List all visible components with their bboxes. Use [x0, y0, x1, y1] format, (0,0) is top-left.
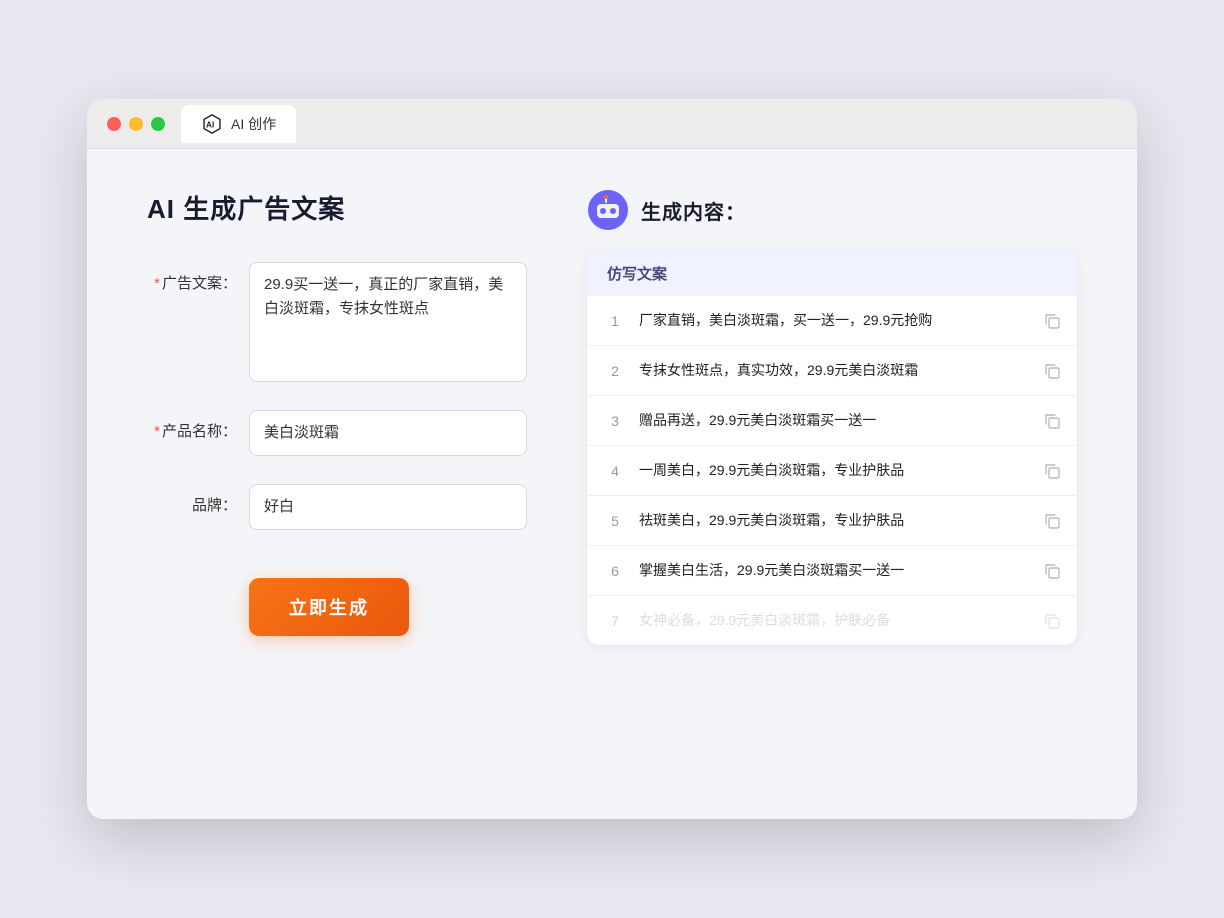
main-content: AI 生成广告文案 *广告文案： 29.9买一送一，真正的厂家直销，美白淡斑霜，… [87, 149, 1137, 685]
product-name-row: *产品名称： [147, 410, 527, 456]
required-star-ad: * [154, 275, 160, 292]
row-number: 4 [603, 463, 627, 479]
ai-tab[interactable]: AI AI 创作 [181, 105, 296, 143]
row-number: 6 [603, 563, 627, 579]
row-text: 厂家直销，美白淡斑霜，买一送一，29.9元抢购 [639, 310, 1031, 331]
row-text: 赠品再送，29.9元美白淡斑霜买一送一 [639, 410, 1031, 431]
maximize-button[interactable] [151, 117, 165, 131]
row-text: 掌握美白生活，29.9元美白淡斑霜买一送一 [639, 560, 1031, 581]
copy-icon[interactable] [1043, 512, 1061, 530]
table-row: 7 女神必备，29.9元美白淡斑霜，护肤必备 [587, 596, 1077, 645]
tab-label: AI 创作 [231, 114, 276, 134]
titlebar: AI AI 创作 [87, 99, 1137, 149]
table-row: 1 厂家直销，美白淡斑霜，买一送一，29.9元抢购 [587, 296, 1077, 346]
table-row: 3 赠品再送，29.9元美白淡斑霜买一送一 [587, 396, 1077, 446]
page-title: AI 生成广告文案 [147, 189, 527, 226]
row-number: 5 [603, 513, 627, 529]
svg-text:AI: AI [206, 120, 214, 129]
copy-icon[interactable] [1043, 612, 1061, 630]
copy-icon[interactable] [1043, 562, 1061, 580]
brand-input[interactable] [249, 484, 527, 530]
row-number: 2 [603, 363, 627, 379]
row-text: 一周美白，29.9元美白淡斑霜，专业护肤品 [639, 460, 1031, 481]
table-row: 5 祛斑美白，29.9元美白淡斑霜，专业护肤品 [587, 496, 1077, 546]
product-name-input[interactable] [249, 410, 527, 456]
copy-icon[interactable] [1043, 312, 1061, 330]
result-header: 生成内容： [587, 189, 1077, 231]
product-name-label: *产品名称： [147, 410, 237, 441]
table-row: 6 掌握美白生活，29.9元美白淡斑霜买一送一 [587, 546, 1077, 596]
ad-copy-label: *广告文案： [147, 262, 237, 293]
left-panel: AI 生成广告文案 *广告文案： 29.9买一送一，真正的厂家直销，美白淡斑霜，… [147, 189, 527, 645]
required-star-product: * [154, 423, 160, 440]
row-text: 女神必备，29.9元美白淡斑霜，护肤必备 [639, 610, 1031, 631]
table-row: 2 专抹女性斑点，真实功效，29.9元美白淡斑霜 [587, 346, 1077, 396]
brand-label: 品牌： [147, 484, 237, 515]
minimize-button[interactable] [129, 117, 143, 131]
result-title: 生成内容： [641, 196, 746, 225]
generate-button[interactable]: 立即生成 [249, 578, 409, 636]
table-row: 4 一周美白，29.9元美白淡斑霜，专业护肤品 [587, 446, 1077, 496]
copy-icon[interactable] [1043, 412, 1061, 430]
close-button[interactable] [107, 117, 121, 131]
row-number: 3 [603, 413, 627, 429]
ad-copy-row: *广告文案： 29.9买一送一，真正的厂家直销，美白淡斑霜，专抹女性斑点 [147, 262, 527, 382]
ai-tab-icon: AI [201, 113, 223, 135]
row-number: 1 [603, 313, 627, 329]
result-rows-container: 1 厂家直销，美白淡斑霜，买一送一，29.9元抢购 2 专抹女性斑点，真实功效，… [587, 296, 1077, 645]
brand-row: 品牌： [147, 484, 527, 530]
browser-window: AI AI 创作 AI 生成广告文案 *广告文案： 29.9买一送一，真正的厂家… [87, 99, 1137, 819]
traffic-lights [107, 117, 165, 131]
bot-icon [587, 189, 629, 231]
result-table-header: 仿写文案 [587, 251, 1077, 296]
result-table: 仿写文案 1 厂家直销，美白淡斑霜，买一送一，29.9元抢购 2 专抹女性斑点，… [587, 251, 1077, 645]
copy-icon[interactable] [1043, 362, 1061, 380]
row-number: 7 [603, 613, 627, 629]
copy-icon[interactable] [1043, 462, 1061, 480]
row-text: 专抹女性斑点，真实功效，29.9元美白淡斑霜 [639, 360, 1031, 381]
row-text: 祛斑美白，29.9元美白淡斑霜，专业护肤品 [639, 510, 1031, 531]
ad-copy-input[interactable]: 29.9买一送一，真正的厂家直销，美白淡斑霜，专抹女性斑点 [249, 262, 527, 382]
right-panel: 生成内容： 仿写文案 1 厂家直销，美白淡斑霜，买一送一，29.9元抢购 2 专… [587, 189, 1077, 645]
